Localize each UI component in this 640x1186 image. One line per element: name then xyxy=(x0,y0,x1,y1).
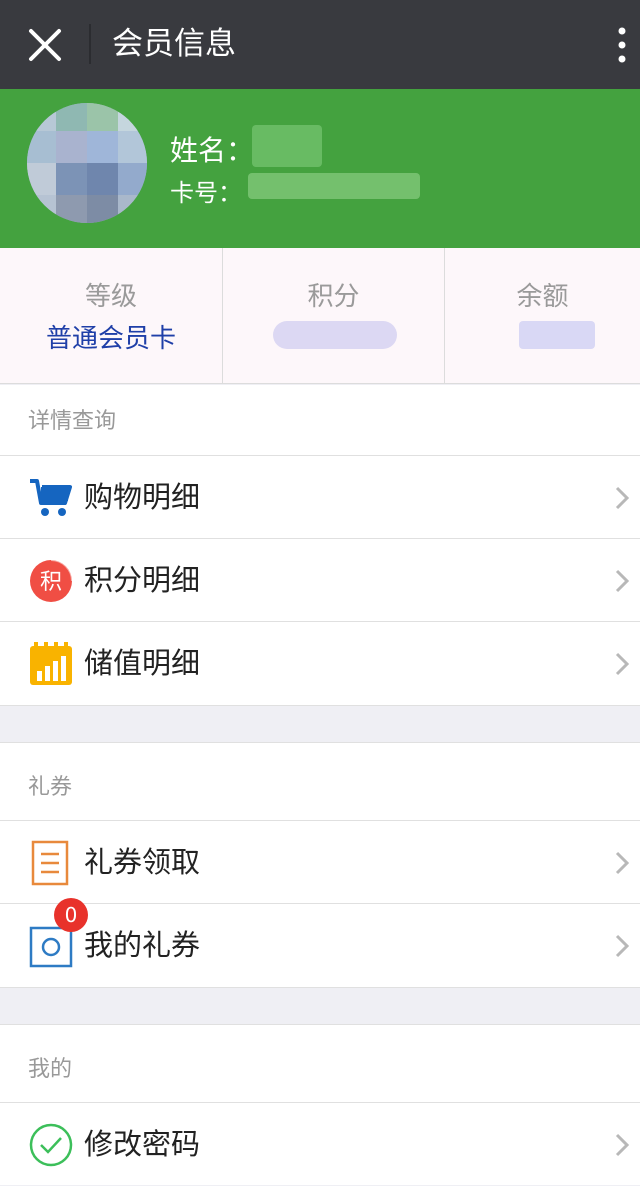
mine-section: 我的 修改密码 xyxy=(0,1025,640,1185)
my-coupons-count-badge: 0 xyxy=(54,898,88,932)
list-item-label: 储值明细 xyxy=(84,646,201,680)
points-icon-text: 积 xyxy=(40,570,62,595)
stat-points-redacted xyxy=(273,321,397,349)
stat-level-value: 普通会员卡 xyxy=(45,324,176,354)
list-item-my-coupons[interactable]: 0 我的礼券 xyxy=(0,898,640,986)
list-item-label: 购物明细 xyxy=(84,480,201,514)
chevron-right-icon xyxy=(615,851,630,875)
member-card-label: 卡号： xyxy=(170,179,242,207)
top-divider xyxy=(89,24,91,64)
stat-points[interactable]: 积分 xyxy=(222,248,444,384)
details-section: 详情查询 购物明细 积 积分明细 储值明细 xyxy=(0,385,640,705)
coupons-section-title: 礼券 xyxy=(28,775,73,800)
list-item-label: 礼券领取 xyxy=(84,845,201,879)
chevron-right-icon xyxy=(615,652,630,676)
member-stats: 等级 普通会员卡 积分 余额 xyxy=(0,248,640,384)
stat-level-label: 等级 xyxy=(84,282,137,312)
list-item-label: 积分明细 xyxy=(84,563,201,597)
stat-points-label: 积分 xyxy=(307,282,360,312)
stat-balance[interactable]: 余额 xyxy=(444,248,640,384)
list-item-stored-value-details[interactable]: 储值明细 xyxy=(0,621,640,704)
top-bar: 会员信息 xyxy=(0,0,640,89)
shopping-cart-icon xyxy=(30,479,72,516)
check-circle-icon xyxy=(29,1123,73,1167)
list-item-change-password[interactable]: 修改密码 xyxy=(0,1102,640,1185)
coupon-receive-icon xyxy=(31,840,69,886)
list-item-shopping-details[interactable]: 购物明细 xyxy=(0,455,640,538)
chevron-right-icon xyxy=(615,569,630,593)
list-item-receive-coupon[interactable]: 礼券领取 xyxy=(0,820,640,903)
member-card-redacted xyxy=(248,173,420,199)
section-gap xyxy=(0,705,640,743)
section-gap xyxy=(0,987,640,1025)
chevron-right-icon xyxy=(615,1133,630,1157)
coupons-section: 礼券 礼券领取 0 我的礼券 xyxy=(0,743,640,987)
stat-balance-redacted xyxy=(519,321,595,349)
stat-balance-label: 余额 xyxy=(516,282,569,312)
member-name-redacted xyxy=(252,125,322,167)
points-icon: 积 xyxy=(30,559,73,602)
stat-level[interactable]: 等级 普通会员卡 xyxy=(0,248,222,384)
stored-value-icon xyxy=(30,642,72,685)
page-title: 会员信息 xyxy=(112,26,236,62)
list-item-points-details[interactable]: 积 积分明细 xyxy=(0,538,640,621)
details-section-title: 详情查询 xyxy=(28,409,117,434)
mine-section-title: 我的 xyxy=(28,1057,73,1082)
member-profile: 姓名： 卡号： xyxy=(0,89,640,248)
list-item-label: 修改密码 xyxy=(84,1127,201,1161)
list-item-label: 我的礼券 xyxy=(84,928,201,962)
member-name-label: 姓名： xyxy=(170,134,255,167)
chevron-right-icon xyxy=(615,934,630,958)
avatar[interactable] xyxy=(25,99,149,227)
close-icon[interactable] xyxy=(22,22,68,68)
chevron-right-icon xyxy=(615,486,630,510)
more-vertical-icon[interactable] xyxy=(608,24,636,66)
